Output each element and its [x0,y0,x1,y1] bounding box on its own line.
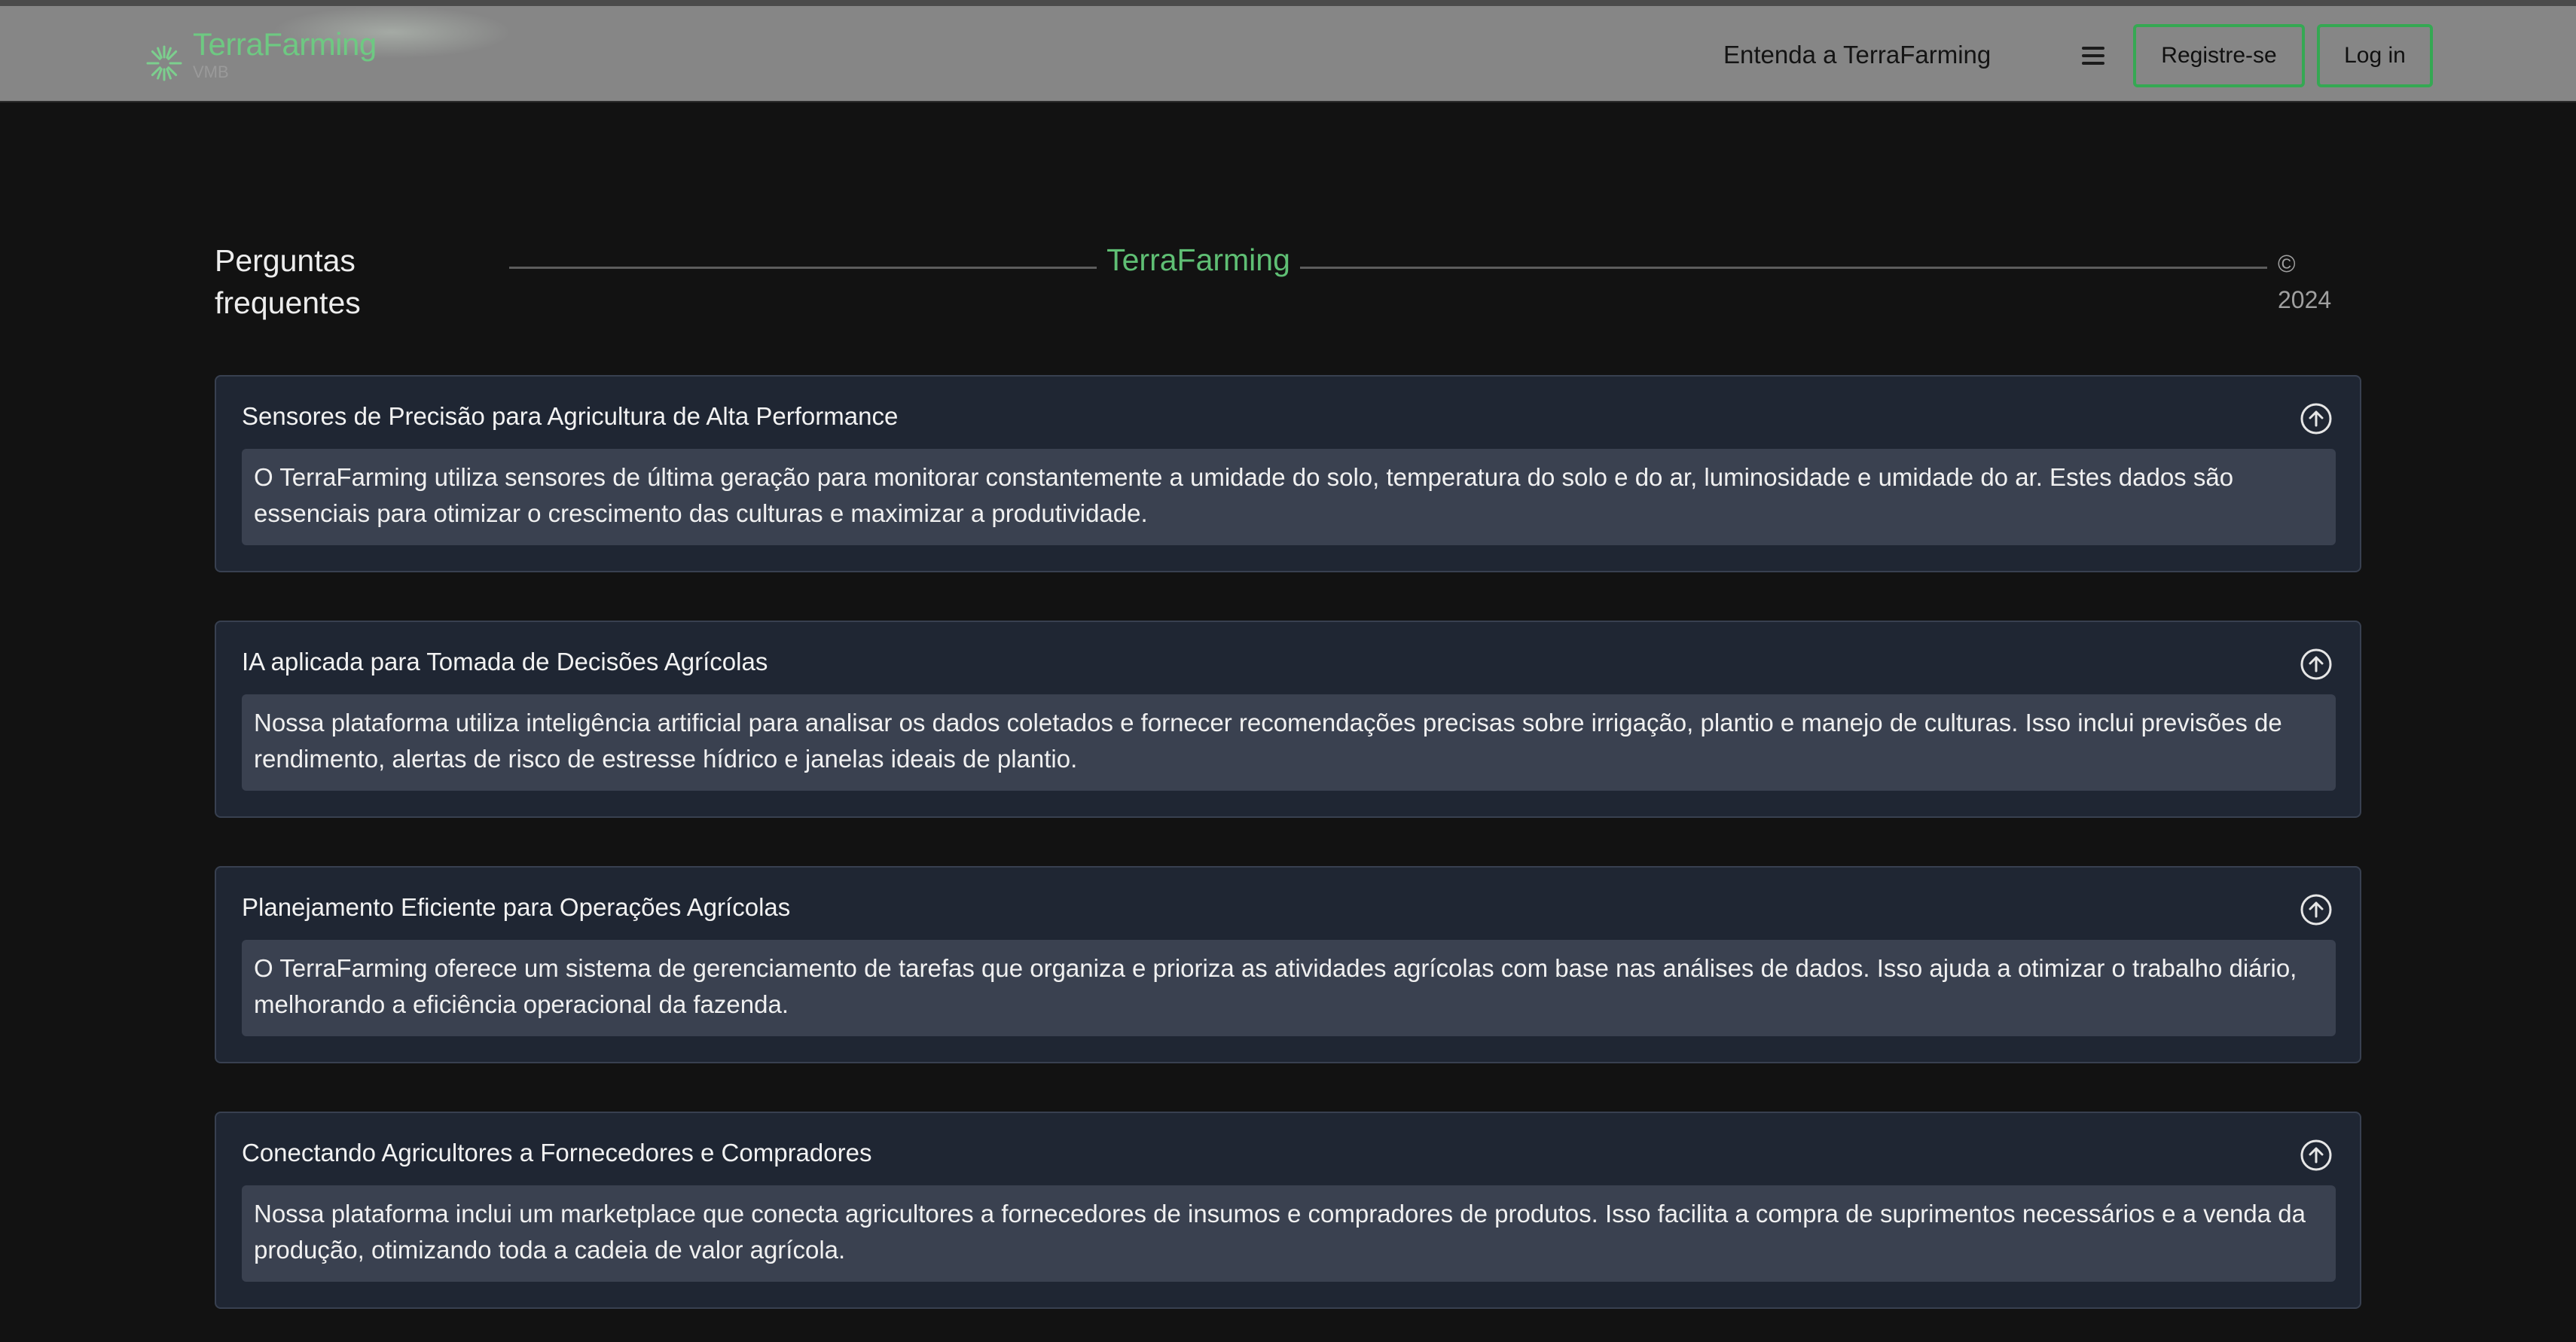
faq-section-title: Perguntas frequentes [215,243,361,320]
copyright: © 2024 [2278,246,2331,318]
window-top-border [0,0,2576,6]
brand[interactable]: TerraFarming VMB [143,26,377,84]
copyright-symbol: © [2278,250,2296,277]
faq-item: Planejamento Eficiente para Operações Ag… [215,866,2361,1063]
divider-left [509,267,1097,269]
sunburst-logo-icon [146,45,182,81]
brand-name: TerraFarming [193,26,377,62]
faq-question[interactable]: IA aplicada para Tomada de Decisões Agrí… [242,648,768,676]
section-brand: TerraFarming [1106,242,1290,277]
faq-answer: Nossa plataforma utiliza inteligência ar… [242,694,2336,791]
arrow-up-circle-icon[interactable] [2300,1139,2333,1172]
faq-item: IA aplicada para Tomada de Decisões Agrí… [215,621,2361,818]
faq-answer: O TerraFarming utiliza sensores de últim… [242,449,2336,545]
faq-item: Sensores de Precisão para Agricultura de… [215,375,2361,572]
register-button[interactable]: Registre-se [2133,24,2305,87]
login-button[interactable]: Log in [2317,24,2433,87]
faq-item: Conectando Agricultores a Fornecedores e… [215,1112,2361,1309]
hamburger-menu-icon[interactable] [2082,47,2106,68]
faq-question[interactable]: Planejamento Eficiente para Operações Ag… [242,893,790,922]
faq-answer: O TerraFarming oferece um sistema de ger… [242,940,2336,1036]
faq-question[interactable]: Sensores de Precisão para Agricultura de… [242,402,898,431]
arrow-up-circle-icon[interactable] [2300,648,2333,681]
nav-link-entenda[interactable]: Entenda a TerraFarming [1723,41,1991,69]
arrow-up-circle-icon[interactable] [2300,402,2333,435]
navbar: TerraFarming VMB Entenda a TerraFarming … [0,6,2576,102]
faq-answer: Nossa plataforma inclui um marketplace q… [242,1185,2336,1282]
arrow-up-circle-icon[interactable] [2300,893,2333,926]
divider-right [1300,267,2267,269]
faq-question[interactable]: Conectando Agricultores a Fornecedores e… [242,1139,871,1167]
brand-subtitle: VMB [193,63,229,82]
copyright-year: 2024 [2278,286,2332,313]
